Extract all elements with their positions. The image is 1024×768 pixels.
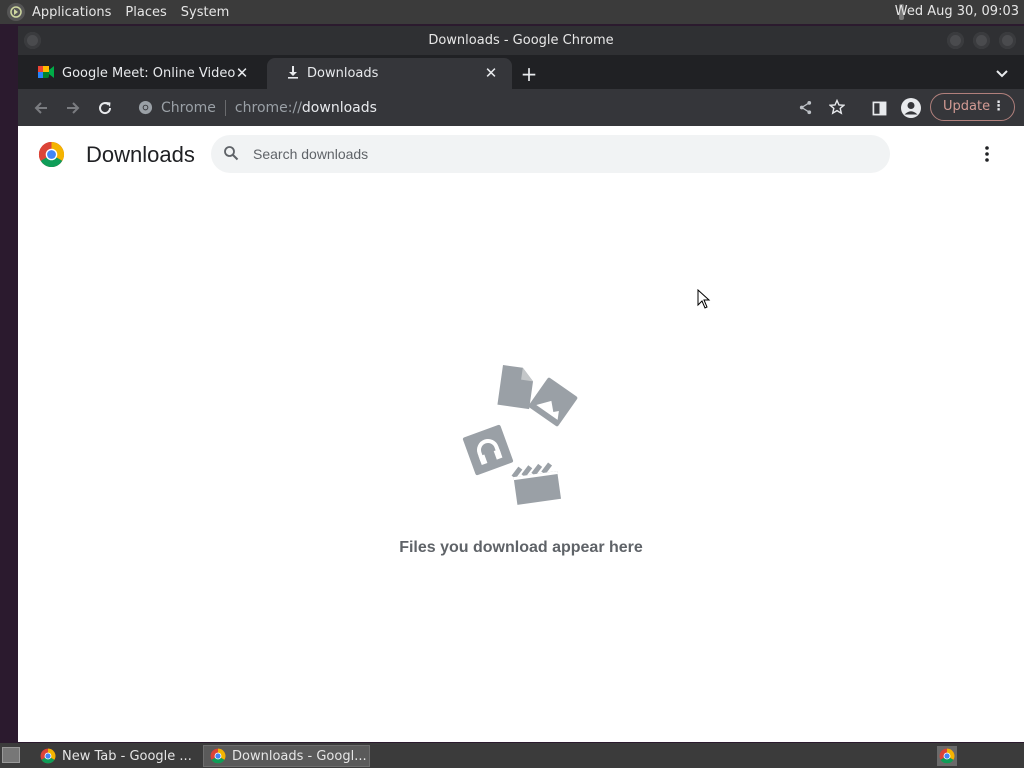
audio-icon: [462, 424, 514, 476]
tab-close-icon[interactable]: ✕: [482, 64, 500, 82]
taskbar-item-label: New Tab - Google ...: [62, 748, 192, 764]
menu-places[interactable]: Places: [118, 0, 173, 24]
image-icon: [528, 377, 578, 427]
chrome-site-icon: [138, 100, 153, 119]
show-desktop-icon[interactable]: [2, 747, 20, 763]
page-header: Downloads: [18, 126, 1024, 186]
tab-search-chevron-icon[interactable]: [994, 66, 1010, 82]
url-scheme: chrome://: [234, 99, 302, 116]
google-meet-icon: [38, 65, 54, 83]
bottom-taskbar: New Tab - Google ... Downloads - Googl..…: [0, 743, 1024, 768]
back-button[interactable]: [30, 97, 52, 119]
window-titlebar[interactable]: Downloads - Google Chrome: [18, 26, 1024, 55]
tab-google-meet[interactable]: Google Meet: Online Video Meeting ✕: [18, 58, 263, 89]
downloads-page: Downloads Search downloads Files you dow…: [18, 126, 1024, 742]
new-tab-button[interactable]: +: [518, 63, 540, 85]
tab-strip: Google Meet: Online Video Meeting ✕ Down…: [18, 55, 1024, 89]
top-panel: Applications Places System Wed Aug 30, 0…: [0, 0, 1024, 24]
mouse-cursor-icon: [697, 288, 711, 309]
update-label: Update: [943, 99, 991, 114]
taskbar-item-label: Downloads - Googl...: [232, 748, 367, 764]
page-title: Downloads: [86, 142, 195, 167]
search-downloads-field[interactable]: [211, 135, 890, 173]
taskbar-item-new-tab[interactable]: New Tab - Google ...: [34, 745, 196, 767]
url-path: downloads: [301, 99, 377, 116]
menu-system[interactable]: System: [174, 0, 236, 24]
search-icon: [223, 145, 239, 164]
download-icon: [287, 65, 299, 83]
window-title: Downloads - Google Chrome: [428, 33, 614, 48]
profile-avatar-icon[interactable]: [900, 97, 922, 119]
update-button[interactable]: Update ⋮: [930, 93, 1015, 121]
empty-state-message: Files you download appear here: [399, 539, 643, 556]
tab-label: Google Meet: Online Video Meeting: [62, 66, 237, 81]
document-icon: [497, 365, 534, 410]
chrome-window: Downloads - Google Chrome Google Meet: O…: [18, 26, 1024, 742]
tab-downloads[interactable]: Downloads ✕: [267, 58, 512, 89]
close-window-button[interactable]: [999, 32, 1016, 49]
search-input[interactable]: [253, 146, 853, 162]
site-chip-label: Chrome: [161, 99, 216, 116]
more-actions-icon[interactable]: [980, 144, 994, 164]
toolbar: Chrome chrome:// downloads Update ⋮: [18, 89, 1024, 126]
forward-button[interactable]: [62, 97, 84, 119]
more-vert-icon: ⋮: [992, 99, 1005, 114]
video-icon: [511, 462, 562, 505]
window-menu-button[interactable]: [24, 32, 41, 49]
menu-applications[interactable]: Applications: [25, 0, 118, 24]
bookmark-star-icon[interactable]: [828, 98, 846, 119]
clock[interactable]: Wed Aug 30, 09:03: [895, 4, 1019, 19]
distro-logo-icon[interactable]: [7, 3, 25, 21]
taskbar-item-downloads[interactable]: Downloads - Googl...: [203, 745, 370, 767]
tab-close-icon[interactable]: ✕: [233, 64, 251, 82]
omnibox-separator: [224, 99, 226, 116]
side-panel-icon[interactable]: [868, 97, 890, 119]
tab-label: Downloads: [307, 66, 379, 81]
chrome-icon: [210, 748, 226, 764]
empty-downloads-illustration: [458, 362, 588, 512]
maximize-button[interactable]: [973, 32, 990, 49]
chrome-icon: [40, 748, 56, 764]
share-icon[interactable]: [798, 100, 813, 119]
tray-chrome-icon[interactable]: [937, 746, 957, 766]
reload-button[interactable]: [94, 97, 116, 119]
omnibox[interactable]: Chrome chrome:// downloads: [128, 92, 866, 123]
minimize-button[interactable]: [947, 32, 964, 49]
chrome-logo-icon: [38, 141, 65, 172]
